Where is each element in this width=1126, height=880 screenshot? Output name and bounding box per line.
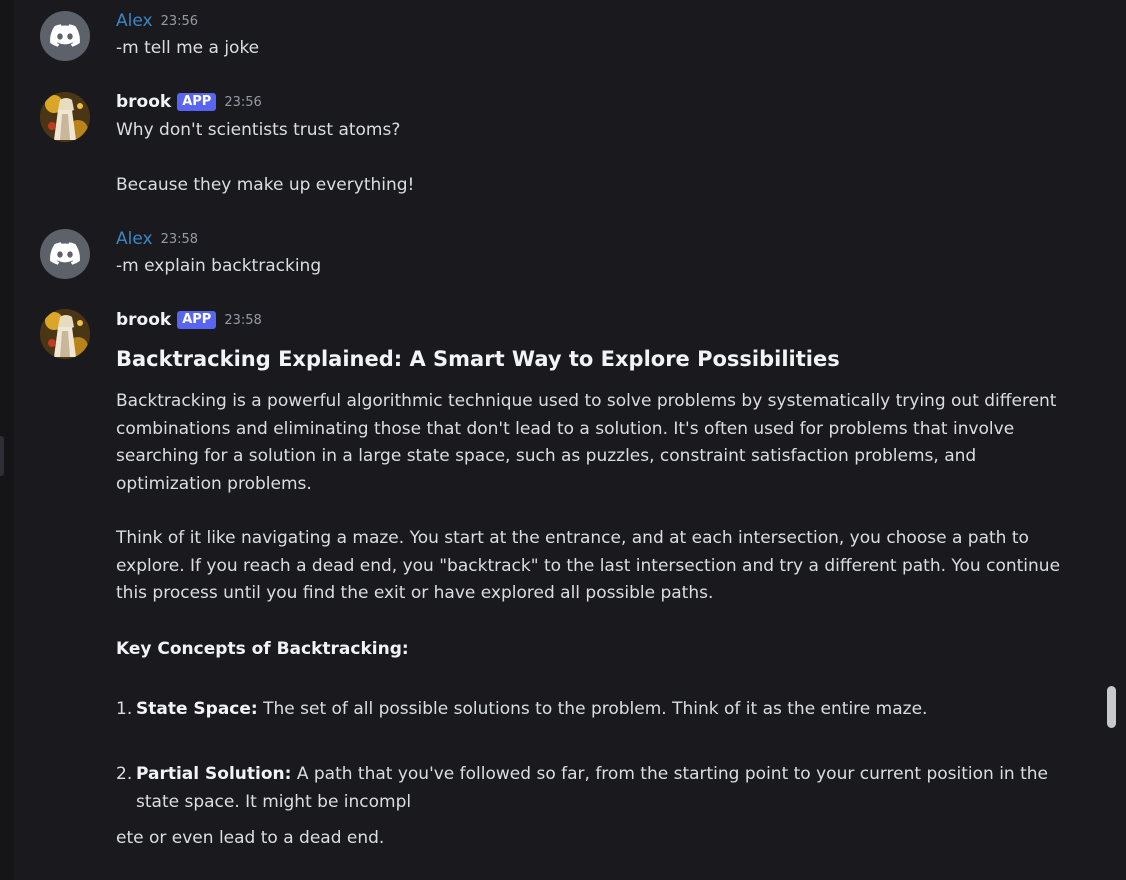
brook-avatar-image [40,92,90,142]
author-name[interactable]: brook [116,310,171,330]
list-item: 1. State Space: The set of all possible … [116,696,1061,724]
panel-resize-handle[interactable] [0,436,4,476]
discord-logo-icon [50,24,80,47]
list-term: Partial Solution: [136,764,292,784]
message-text: -m explain backtracking [116,256,322,276]
key-concepts-heading: Key Concepts of Backtracking: [116,639,409,659]
app-badge: APP [177,93,217,111]
timestamp[interactable]: 23:58 [224,313,261,328]
list-term: State Space: [136,699,258,719]
brook-avatar-image [40,309,90,359]
timestamp[interactable]: 23:56 [224,95,261,110]
message-text-line: Because they make up everything! [116,175,415,195]
message-paragraph: Think of it like navigating a maze. You … [116,528,1061,603]
user-avatar-brook[interactable] [40,309,90,359]
message-header: Alex 23:56 [116,11,198,31]
list-description: The set of all possible solutions to the… [257,699,928,719]
message-paragraph: Backtracking is a powerful algorithmic t… [116,391,1057,494]
timestamp[interactable]: 23:56 [161,14,198,29]
message-header: brook APP 23:56 [116,92,262,112]
author-name[interactable]: Alex [116,11,153,31]
user-avatar-alex[interactable] [40,229,90,279]
user-avatar-alex[interactable] [40,11,90,61]
app-badge: APP [177,311,217,329]
author-name[interactable]: Alex [116,229,153,249]
message-header: brook APP 23:58 [116,310,262,330]
chat-window: Alex 23:56 -m tell me a joke brook APP 2… [0,0,1126,880]
message-text-continuation: ete or even lead to a dead end. [116,828,385,848]
message-heading: Backtracking Explained: A Smart Way to E… [116,347,840,371]
list-item: 2. Partial Solution: A path that you've … [116,761,1061,816]
author-name[interactable]: brook [116,92,171,112]
discord-logo-icon [50,242,80,265]
message-text-line: Why don't scientists trust atoms? [116,120,401,140]
message-text: -m tell me a joke [116,38,260,58]
message-header: Alex 23:58 [116,229,198,249]
user-avatar-brook[interactable] [40,92,90,142]
timestamp[interactable]: 23:58 [161,232,198,247]
list-number: 2. [116,764,133,784]
list-number: 1. [116,699,133,719]
scrollbar-thumb[interactable] [1107,686,1116,728]
message-list: Alex 23:56 -m tell me a joke brook APP 2… [14,0,1104,880]
